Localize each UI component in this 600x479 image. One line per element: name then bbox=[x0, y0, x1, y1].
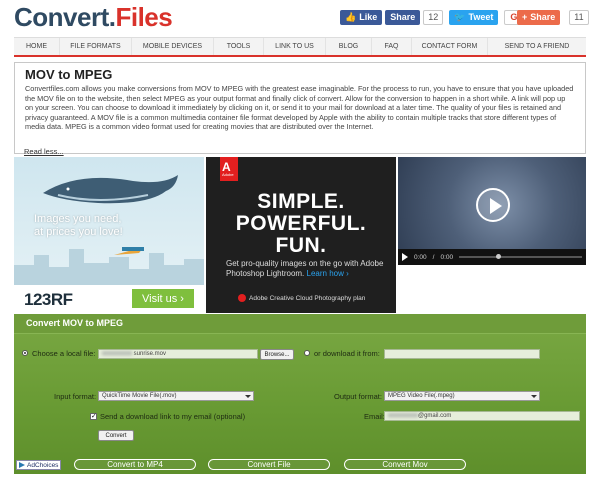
brand-123rf: 123RF bbox=[24, 290, 73, 309]
video-controls: 0:00 / 0:00 bbox=[398, 249, 586, 265]
adobe-logo-text: Adobe bbox=[222, 172, 234, 177]
share-widget: + Share 11 bbox=[517, 9, 589, 25]
intro-text: Convertfiles.com allows you make convers… bbox=[25, 84, 574, 131]
twitter-bird-icon: 🐦 bbox=[454, 11, 466, 22]
whale-illustration bbox=[43, 175, 178, 204]
nav-mobile-devices[interactable]: MOBILE DEVICES bbox=[132, 38, 214, 55]
share2-label: Share bbox=[530, 12, 556, 22]
input-format-label: Input format: bbox=[54, 392, 97, 401]
play-icon[interactable] bbox=[476, 188, 510, 222]
volume-slider[interactable] bbox=[459, 254, 582, 259]
like-label: Like bbox=[359, 12, 378, 22]
adchoices-icon bbox=[19, 462, 25, 468]
learn-how-link[interactable]: Learn how › bbox=[307, 269, 349, 278]
output-format-value: MPEG Video File(.mpeg) bbox=[388, 393, 455, 399]
url-radio[interactable] bbox=[304, 350, 310, 356]
nav-faq[interactable]: FAQ bbox=[372, 38, 412, 55]
choose-local-label: Choose a local file: bbox=[32, 349, 96, 358]
nav-link-to-us[interactable]: LINK TO US bbox=[264, 38, 326, 55]
email-value: @gmail.com bbox=[418, 413, 452, 419]
plan-label: Adobe Creative Cloud Photography plan bbox=[249, 294, 366, 302]
logo-part2: Files bbox=[115, 2, 173, 32]
input-format-select[interactable]: QuickTime Movie File(.mov) bbox=[98, 391, 254, 401]
converter-header: Convert MOV to MPEG bbox=[14, 314, 586, 334]
ad2-headline: SIMPLE. POWERFUL. FUN. bbox=[206, 191, 396, 257]
download-from-label: or download it from: bbox=[314, 349, 380, 358]
site-logo[interactable]: Convert.Files bbox=[14, 2, 173, 33]
ad-adobe[interactable]: A Adobe SIMPLE. POWERFUL. FUN. Get pro-qu… bbox=[206, 157, 396, 313]
local-file-input[interactable]: xxxxxxxxxx sunrise.mov bbox=[98, 349, 258, 359]
ad1-line1: Images you need, bbox=[34, 213, 122, 225]
time-total: 0:00 bbox=[440, 253, 454, 261]
ad1-footer: 123RF Visit us › bbox=[14, 285, 204, 313]
main-nav: HOME FILE FORMATS MOBILE DEVICES TOOLS L… bbox=[14, 37, 586, 57]
converter-panel: Convert MOV to MPEG Choose a local file:… bbox=[14, 314, 586, 474]
chevron-down-icon bbox=[531, 395, 537, 398]
headline-line2: POWERFUL. bbox=[235, 212, 367, 235]
adchoices-label: AdChoices bbox=[27, 461, 59, 469]
local-file-value: sunrise.mov bbox=[133, 351, 167, 357]
ad2-sub-copy: Get pro-quality images on the go with Ad… bbox=[226, 259, 384, 278]
facebook-share-button[interactable]: Share bbox=[385, 9, 421, 25]
output-format-select[interactable]: MPEG Video File(.mpeg) bbox=[384, 391, 540, 401]
convert-to-mp4-button[interactable]: Convert to MP4 bbox=[74, 459, 196, 470]
share-button[interactable]: + Share bbox=[517, 9, 561, 25]
volume-knob[interactable] bbox=[495, 254, 501, 259]
url-input[interactable] bbox=[384, 349, 540, 359]
page-title: MOV to MPEG bbox=[25, 67, 113, 82]
output-format-label: Output format: bbox=[334, 392, 382, 401]
read-less-link[interactable]: Read less... bbox=[24, 147, 64, 156]
intro-box: MOV to MPEG Convertfiles.com allows you … bbox=[14, 62, 586, 154]
ad-123rf[interactable]: Images you need, at prices you love! 123… bbox=[14, 157, 204, 313]
nav-tools[interactable]: TOOLS bbox=[214, 38, 264, 55]
chevron-down-icon bbox=[245, 395, 251, 398]
converter-title: Convert MOV to MPEG bbox=[26, 318, 124, 328]
email-input[interactable]: xxxxxxxxxx@gmail.com bbox=[384, 411, 580, 421]
adchoices-badge[interactable]: AdChoices bbox=[16, 460, 62, 470]
nav-home[interactable]: HOME bbox=[14, 38, 60, 55]
convert-button[interactable]: Convert bbox=[98, 430, 134, 441]
headline-line1: SIMPLE. bbox=[257, 190, 345, 213]
tweet-button[interactable]: 🐦 Tweet bbox=[449, 9, 499, 25]
share-count: 11 bbox=[569, 9, 589, 25]
logo-part1: Convert. bbox=[14, 2, 116, 32]
nav-blog[interactable]: BLOG bbox=[326, 38, 372, 55]
plus-icon: + bbox=[522, 12, 528, 22]
nav-contact-form[interactable]: CONTACT FORM bbox=[412, 38, 488, 55]
send-link-label: Send a download link to my email (option… bbox=[100, 412, 246, 421]
facebook-like-button[interactable]: 👍 Like bbox=[340, 9, 383, 25]
time-separator: / bbox=[432, 253, 435, 261]
local-file-radio[interactable] bbox=[22, 350, 28, 356]
email-label: Email: bbox=[364, 412, 385, 421]
time-current: 0:00 bbox=[414, 253, 427, 261]
convert-file-button[interactable]: Convert File bbox=[208, 459, 330, 470]
nav-send-to-friend[interactable]: SEND TO A FRIEND bbox=[488, 38, 586, 55]
play-small-icon[interactable] bbox=[402, 253, 408, 261]
browse-button[interactable]: Browse... bbox=[260, 349, 294, 360]
convert-mov-button[interactable]: Convert Mov bbox=[344, 459, 466, 470]
adobe-logo: A Adobe bbox=[220, 157, 238, 181]
input-format-value: QuickTime Movie File(.mov) bbox=[102, 393, 177, 399]
tweet-label: Tweet bbox=[468, 12, 494, 22]
send-link-checkbox[interactable]: ✓ bbox=[90, 413, 97, 420]
share-label: Share bbox=[390, 12, 416, 22]
creative-cloud-icon bbox=[238, 294, 246, 302]
facebook-count: 12 bbox=[423, 9, 444, 25]
visit-us-button[interactable]: Visit us › bbox=[132, 289, 194, 308]
thumbs-up-icon: 👍 bbox=[345, 11, 357, 22]
site-header: Convert.Files 👍Like Share 12 🐦Tweet G+1 … bbox=[0, 0, 600, 34]
nav-file-formats[interactable]: FILE FORMATS bbox=[60, 38, 132, 55]
ad2-plan: Adobe Creative Cloud Photography plan bbox=[238, 294, 365, 302]
ad2-subtext: Get pro-quality images on the go with Ad… bbox=[226, 259, 386, 279]
headline-line3: FUN. bbox=[275, 234, 327, 257]
city-illustration bbox=[14, 247, 204, 285]
